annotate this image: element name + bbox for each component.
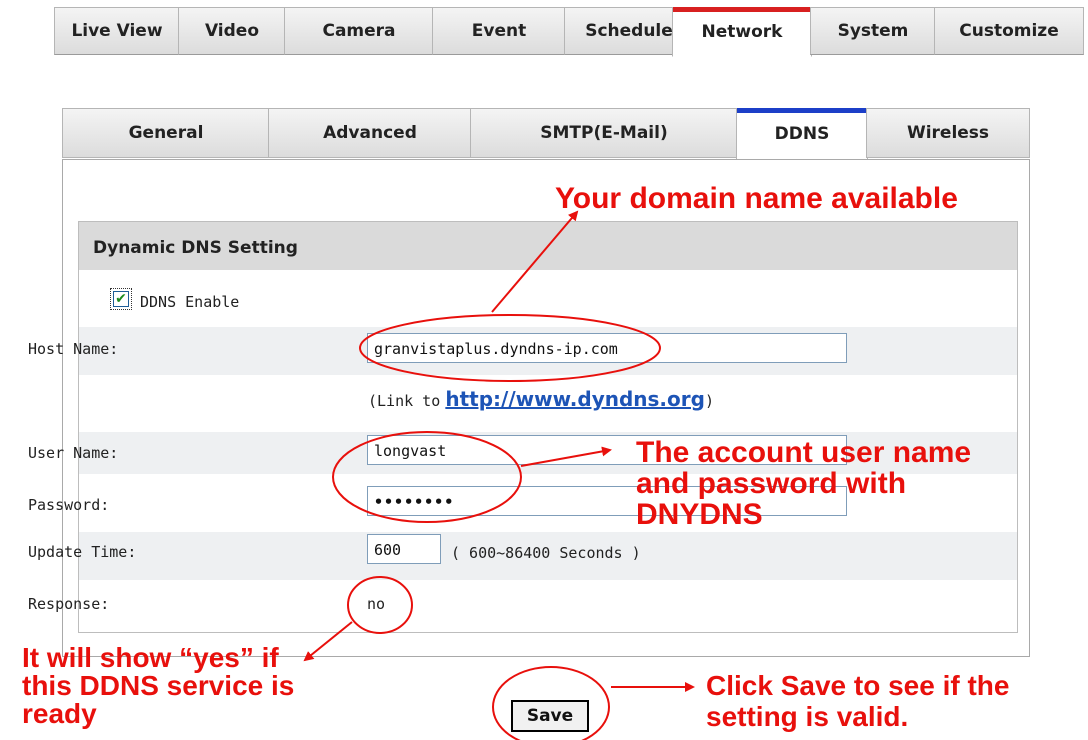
annotation-line: The account user name — [636, 436, 972, 469]
host-name-label: Host Name: — [28, 340, 119, 358]
update-time-field[interactable]: 600 — [367, 534, 441, 564]
top-tab-bar: Live View Video Camera Event Schedule Ne… — [54, 7, 1084, 57]
tab-camera[interactable]: Camera — [284, 7, 434, 55]
annotation-line: Click Save to see if the — [706, 670, 1010, 701]
annotation-line: DNYDNS — [636, 498, 763, 531]
response-label: Response: — [28, 595, 110, 613]
tab-label: DDNS — [774, 124, 830, 144]
annotation-line: this DDNS service is — [22, 670, 295, 701]
tab-label: Event — [471, 21, 527, 41]
password-label: Password: — [28, 496, 110, 514]
tab-label: System — [837, 21, 909, 41]
tab-label: Live View — [71, 21, 163, 41]
tab-video[interactable]: Video — [178, 7, 286, 55]
dyndns-link-line: (Link to http://www.dyndns.org) — [368, 387, 714, 411]
link-prefix: (Link to — [368, 392, 441, 410]
ddns-enable-label: DDNS Enable — [140, 293, 240, 311]
annotation-line: and password with — [636, 467, 907, 500]
tab-general[interactable]: General — [62, 108, 270, 158]
ddns-enable-checkbox[interactable]: ✔ — [110, 288, 132, 310]
tab-live-view[interactable]: Live View — [54, 7, 180, 55]
tab-label: Camera — [322, 21, 396, 41]
annotation-line: It will show “yes” if — [22, 642, 279, 673]
tab-label: Customize — [959, 21, 1059, 41]
update-time-range: ( 600~86400 Seconds ) — [451, 544, 641, 562]
tab-label: General — [128, 123, 204, 143]
annotation-line: ready — [22, 698, 97, 729]
link-suffix: ) — [704, 392, 714, 410]
tab-customize[interactable]: Customize — [934, 7, 1084, 55]
tab-label: Video — [204, 21, 260, 41]
ddns-settings-panel: Dynamic DNS Setting — [78, 221, 1018, 633]
check-icon: ✔ — [113, 291, 129, 307]
annotation-line: setting is valid. — [706, 701, 909, 732]
tab-network[interactable]: Network — [672, 7, 812, 57]
tab-ddns[interactable]: DDNS — [736, 108, 868, 160]
tab-label: Wireless — [906, 123, 990, 143]
save-button[interactable]: Save — [511, 700, 589, 732]
update-time-label: Update Time: — [28, 543, 137, 561]
host-name-field[interactable]: granvistaplus.dyndns-ip.com — [367, 333, 847, 363]
tab-system[interactable]: System — [810, 7, 936, 55]
sub-tab-bar: General Advanced SMTP(E-Mail) DDNS Wirel… — [62, 108, 1030, 160]
response-annotation: It will show “yes” if this DDNS service … — [22, 644, 294, 728]
domain-annotation: Your domain name available — [555, 182, 958, 215]
user-name-label: User Name: — [28, 444, 119, 462]
response-value: no — [367, 595, 386, 613]
panel-title: Dynamic DNS Setting — [79, 222, 1017, 270]
tab-wireless[interactable]: Wireless — [866, 108, 1030, 158]
tab-smtp-email[interactable]: SMTP(E-Mail) — [470, 108, 738, 158]
tab-label: Network — [701, 22, 783, 42]
tab-label: Advanced — [323, 123, 417, 143]
dyndns-link[interactable]: http://www.dyndns.org — [445, 387, 705, 411]
save-annotation: Click Save to see if the setting is vali… — [706, 670, 1009, 732]
tab-advanced[interactable]: Advanced — [268, 108, 472, 158]
tab-label: SMTP(E-Mail) — [540, 123, 668, 143]
tab-label: Schedule — [585, 21, 673, 41]
tab-event[interactable]: Event — [432, 7, 566, 55]
account-annotation: The account user name and password with … — [636, 437, 971, 530]
